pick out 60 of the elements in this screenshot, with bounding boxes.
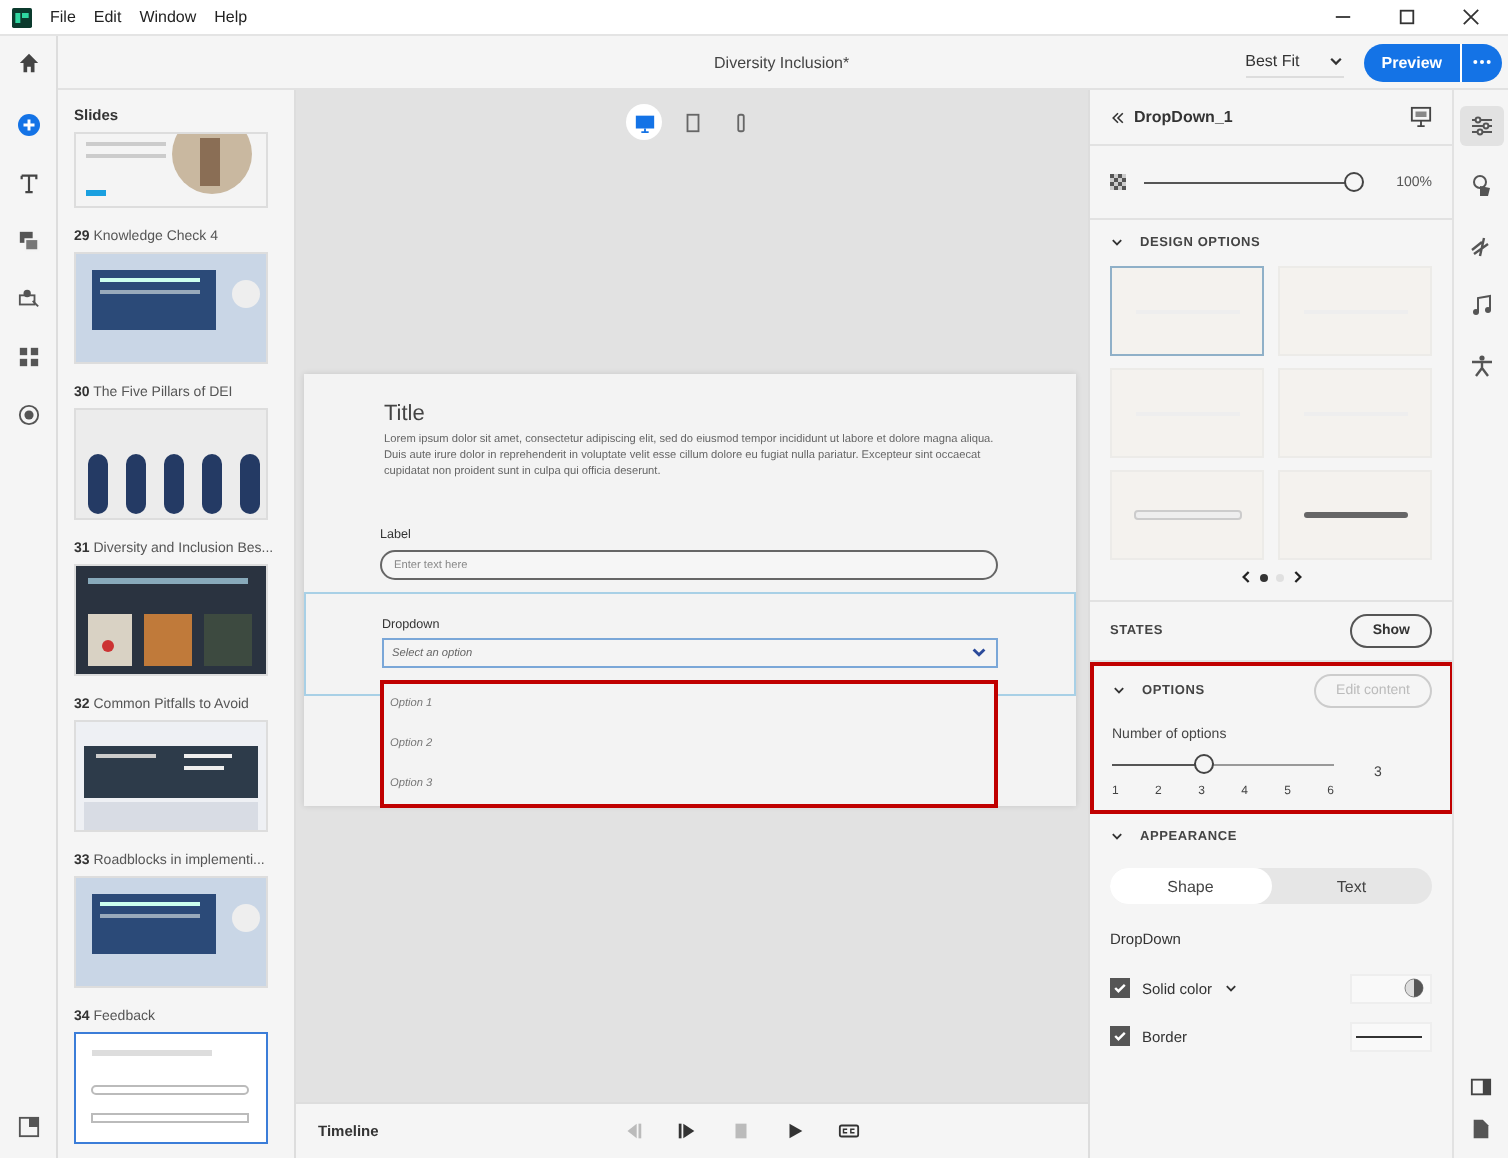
chevron-icon (1327, 53, 1344, 69)
check-icon (1112, 1028, 1128, 1044)
more-button[interactable] (1460, 43, 1503, 81)
menu-item[interactable]: Help (214, 8, 248, 26)
music-icon (1469, 294, 1493, 318)
object-name: DropDown_1 (1134, 108, 1233, 126)
segment-tab[interactable]: Shape (1110, 868, 1271, 904)
next-icon[interactable] (1291, 570, 1301, 584)
widgets-icon[interactable] (17, 346, 39, 368)
chevron-icon (970, 644, 988, 662)
accessibility-icon (1469, 354, 1493, 378)
media-icon[interactable] (17, 230, 39, 252)
chevron-icon[interactable] (1110, 830, 1124, 844)
menu-item[interactable]: File (50, 8, 76, 26)
record-icon[interactable] (17, 404, 39, 426)
app-logo-icon (12, 7, 32, 27)
opacity-icon (1110, 174, 1126, 190)
text-icon[interactable] (17, 172, 39, 194)
desktop-view-button[interactable] (626, 104, 662, 140)
maximize-icon[interactable] (1398, 8, 1416, 26)
collapse-icon[interactable] (1110, 109, 1126, 125)
layout-icon[interactable] (1470, 1076, 1492, 1098)
sliders-icon (1469, 114, 1493, 138)
properties-tab[interactable] (1459, 106, 1503, 146)
chevron-icon[interactable] (1110, 236, 1124, 250)
step-forward-icon[interactable] (676, 1120, 698, 1142)
play-icon[interactable] (784, 1120, 806, 1142)
menu-item[interactable]: Window (139, 8, 197, 26)
zoom-dropdown[interactable]: Best Fit (1245, 46, 1344, 78)
document-icon[interactable] (1470, 1118, 1492, 1140)
check-icon (1112, 980, 1128, 996)
border-style-swatch[interactable] (1350, 1021, 1432, 1051)
captions-icon[interactable] (838, 1120, 860, 1142)
slide-title: Title (384, 402, 427, 426)
tablet-icon (681, 111, 703, 133)
pointer-icon (1469, 174, 1493, 198)
chevron-icon[interactable] (1224, 981, 1239, 995)
options-slider[interactable] (1112, 754, 1334, 774)
checkbox[interactable] (1110, 1026, 1130, 1046)
monitor-icon[interactable] (1410, 106, 1432, 128)
checkbox[interactable] (1110, 978, 1130, 998)
opacity-slider[interactable] (1144, 172, 1363, 192)
segment-tab[interactable]: Text (1271, 868, 1432, 904)
interaction-icon[interactable] (17, 288, 39, 310)
chevron-icon[interactable] (1112, 684, 1126, 698)
document-title: Diversity Inclusion* (714, 53, 850, 71)
motion-icon (1469, 234, 1493, 258)
add-icon[interactable] (17, 114, 39, 136)
close-icon[interactable] (1462, 8, 1480, 26)
menu-item[interactable]: Edit (93, 8, 122, 26)
preview-button[interactable]: Preview (1363, 43, 1461, 81)
monitor-icon (633, 111, 655, 133)
previous-icon[interactable] (1241, 570, 1251, 584)
home-icon[interactable] (17, 52, 39, 74)
more-icon (1472, 58, 1493, 66)
panel-icon[interactable] (17, 1116, 39, 1138)
color-swatch[interactable] (1350, 973, 1432, 1003)
design-option-tile[interactable] (1110, 266, 1264, 356)
color-wheel-icon (1404, 978, 1424, 998)
page-dot[interactable] (1259, 573, 1267, 581)
